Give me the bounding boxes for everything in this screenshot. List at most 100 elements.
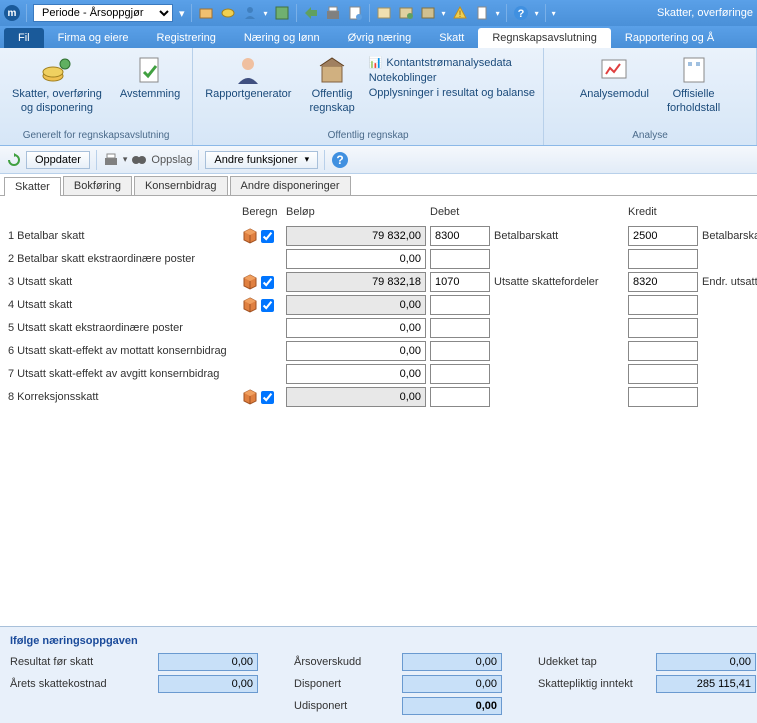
kredit-input[interactable] xyxy=(628,226,698,246)
belop-input[interactable] xyxy=(286,249,426,269)
bottom-panel: Ifølge næringsoppgaven Resultat før skat… xyxy=(0,626,757,723)
tab-rapportering[interactable]: Rapportering og Å xyxy=(611,28,728,48)
tax-row: 7 Utsatt skatt-effekt av avgitt konsernb… xyxy=(8,364,749,384)
help-icon[interactable]: ? xyxy=(331,151,349,169)
subtab-bokforing[interactable]: Bokføring xyxy=(63,176,132,195)
subtab-skatter[interactable]: Skatter xyxy=(4,177,61,196)
dropdown-arrow-icon[interactable]: ▾ xyxy=(123,154,128,165)
rapportgenerator-button[interactable]: Rapportgenerator xyxy=(201,52,295,102)
row-label: 8 Korreksjonsskatt xyxy=(8,391,238,403)
arets-value[interactable] xyxy=(158,675,258,693)
minimize-ribbon-icon[interactable]: ▾ xyxy=(552,9,556,18)
refresh-icon[interactable] xyxy=(6,152,22,168)
dropdown-arrow-icon[interactable]: ▾ xyxy=(535,9,539,18)
beregn-checkbox[interactable] xyxy=(261,299,274,312)
andre-funksjoner-button[interactable]: Andre funksjoner xyxy=(205,151,318,169)
tab-firma[interactable]: Firma og eiere xyxy=(44,28,143,48)
offentlig-regnskap-button[interactable]: Offentlig regnskap xyxy=(305,52,358,116)
period-select[interactable]: Periode - Årsoppgjør xyxy=(33,4,173,22)
oppslag-label[interactable]: Oppslag xyxy=(151,154,192,166)
analysemodul-button[interactable]: Analysemodul xyxy=(576,52,653,102)
beregn-checkbox[interactable] xyxy=(261,276,274,289)
row-label: 1 Betalbar skatt xyxy=(8,230,238,242)
help-icon[interactable]: ? xyxy=(513,5,529,21)
debet-input[interactable] xyxy=(430,295,490,315)
kontantstrom-link[interactable]: 📊Kontantstrømanalysedata xyxy=(369,56,535,69)
debet-input[interactable] xyxy=(430,272,490,292)
toolbar-icon-doc[interactable] xyxy=(474,5,490,21)
skattepliktig-value[interactable] xyxy=(656,675,756,693)
kredit-input[interactable] xyxy=(628,272,698,292)
tab-naering[interactable]: Næring og lønn xyxy=(230,28,334,48)
toolbar-icon-2[interactable] xyxy=(220,5,236,21)
beregn-checkbox[interactable] xyxy=(261,391,274,404)
tab-regnskap[interactable]: Regnskapsavslutning xyxy=(478,28,611,48)
kredit-input[interactable] xyxy=(628,387,698,407)
debet-input[interactable] xyxy=(430,226,490,246)
kredit-input[interactable] xyxy=(628,341,698,361)
group-label: Generelt for regnskapsavslutning xyxy=(8,128,184,143)
toolbar-icon-8[interactable] xyxy=(376,5,392,21)
avstemming-button[interactable]: Avstemming xyxy=(116,52,184,102)
notekoblinger-link[interactable]: Notekoblinger xyxy=(369,72,535,84)
tab-skatt[interactable]: Skatt xyxy=(425,28,478,48)
binoculars-icon[interactable] xyxy=(131,152,147,168)
tax-row: 5 Utsatt skatt ekstraordinære poster xyxy=(8,318,749,338)
debet-input[interactable] xyxy=(430,341,490,361)
toolbar-icon-3[interactable] xyxy=(242,5,258,21)
dropdown-arrow-icon[interactable]: ▾ xyxy=(179,7,185,20)
print-icon[interactable] xyxy=(103,152,119,168)
debet-input[interactable] xyxy=(430,364,490,384)
belop-input[interactable] xyxy=(286,341,426,361)
belop-input[interactable] xyxy=(286,387,426,407)
header-beregn: Beregn xyxy=(242,206,282,218)
toolbar-icon-7[interactable] xyxy=(347,5,363,21)
belop-input[interactable] xyxy=(286,272,426,292)
header-debet: Debet xyxy=(430,206,490,218)
cube-icon[interactable] xyxy=(242,389,258,405)
subtab-andre[interactable]: Andre disponeringer xyxy=(230,176,351,195)
belop-input[interactable] xyxy=(286,226,426,246)
disponert-value[interactable] xyxy=(402,675,502,693)
kredit-input[interactable] xyxy=(628,249,698,269)
tab-ovrig[interactable]: Øvrig næring xyxy=(334,28,426,48)
debet-input[interactable] xyxy=(430,387,490,407)
header-kredit: Kredit xyxy=(628,206,698,218)
toolbar-icon-6[interactable] xyxy=(325,5,341,21)
resultat-value[interactable] xyxy=(158,653,258,671)
toolbar-icon-5[interactable] xyxy=(303,5,319,21)
svg-text:?: ? xyxy=(336,153,343,167)
toolbar-icon-10[interactable] xyxy=(420,5,436,21)
tab-registrering[interactable]: Registrering xyxy=(143,28,230,48)
debet-input[interactable] xyxy=(430,249,490,269)
offisielle-forholdstall-button[interactable]: Offisielle forholdstall xyxy=(663,52,724,116)
udisponert-value[interactable] xyxy=(402,697,502,715)
opplysninger-link[interactable]: Opplysninger i resultat og balanse xyxy=(369,87,535,99)
arsoverskudd-value[interactable] xyxy=(402,653,502,671)
debet-input[interactable] xyxy=(430,318,490,338)
toolbar-icon-9[interactable] xyxy=(398,5,414,21)
toolbar-icon-1[interactable] xyxy=(198,5,214,21)
cube-icon[interactable] xyxy=(242,274,258,290)
skatter-overforing-button[interactable]: Skatter, overføring og disponering xyxy=(8,52,106,116)
udekket-value[interactable] xyxy=(656,653,756,671)
beregn-checkbox[interactable] xyxy=(261,230,274,243)
kredit-input[interactable] xyxy=(628,364,698,384)
dropdown-arrow-icon[interactable]: ▾ xyxy=(442,9,446,18)
subtab-konsern[interactable]: Konsernbidrag xyxy=(134,176,228,195)
cube-icon[interactable] xyxy=(242,228,258,244)
dropdown-arrow-icon[interactable]: ▾ xyxy=(496,9,500,18)
toolbar-icon-warning[interactable]: ! xyxy=(452,5,468,21)
belop-input[interactable] xyxy=(286,295,426,315)
oppdater-button[interactable]: Oppdater xyxy=(26,151,90,169)
belop-input[interactable] xyxy=(286,364,426,384)
bottom-title: Ifølge næringsoppgaven xyxy=(10,635,747,647)
kredit-input[interactable] xyxy=(628,295,698,315)
cube-icon[interactable] xyxy=(242,297,258,313)
belop-input[interactable] xyxy=(286,318,426,338)
dropdown-arrow-icon[interactable]: ▾ xyxy=(264,9,268,18)
ribbon: Skatter, overføring og disponering Avste… xyxy=(0,48,757,146)
kredit-input[interactable] xyxy=(628,318,698,338)
tab-fil[interactable]: Fil xyxy=(4,28,44,48)
toolbar-icon-4[interactable] xyxy=(274,5,290,21)
